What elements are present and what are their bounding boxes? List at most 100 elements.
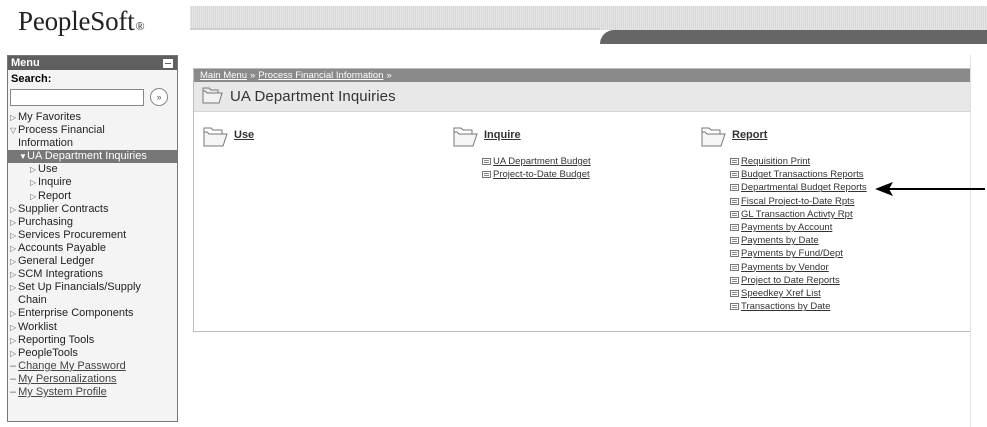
menu-item-my-system-profile[interactable]: – My System Profile [8,386,177,399]
expand-triangle-icon: ▷ [10,270,17,280]
search-row: » [8,87,177,107]
collapse-triangle-icon: ▼ [19,152,27,162]
gl-transaction-activty-rpt-link[interactable]: GL Transaction Activty Rpt [741,209,853,220]
search-go-icon[interactable]: » [150,88,168,106]
expand-triangle-icon: ▷ [10,348,17,358]
ua-department-budget-link[interactable]: UA Department Budget [493,156,591,167]
inquire-links: UA Department Budget Project-to-Date Budg… [452,155,591,181]
menu-item-supplier-contracts[interactable]: ▷ Supplier Contracts [8,203,177,216]
search-input[interactable] [10,88,144,106]
departmental-budget-reports-link[interactable]: Departmental Budget Reports [741,182,867,193]
requisition-print-link[interactable]: Requisition Print [741,156,810,167]
transactions-by-date-link[interactable]: Transactions by Date [741,301,830,312]
breadcrumb: Main Menu » Process Financial Informatio… [194,69,970,82]
dash-icon: – [10,385,17,398]
menu-item-label: Services Procurement [18,228,127,241]
report-link-item: Requisition Print [730,155,867,168]
inquire-folder-link[interactable]: Inquire [484,129,521,141]
minimize-icon[interactable] [163,58,173,68]
top-links-bar: Home Worklist Add to Favorites Sign out [190,28,987,73]
report-link-item: Payments by Date [730,234,867,247]
menu-item-scm-integrations[interactable]: ▷ SCM Integrations [8,268,177,281]
fiscal-project-to-date-rpts-link[interactable]: Fiscal Project-to-Date Rpts [741,196,855,207]
menu-item-information: Information [8,137,177,150]
content-panel: Main Menu » Process Financial Informatio… [193,68,971,332]
menu-item-label: Use [38,163,58,176]
menu-item-label[interactable]: Change My Password [18,360,126,372]
menu-item-label: Report [38,189,72,202]
page-icon [730,263,739,271]
page-icon [730,158,739,165]
expand-triangle-icon: ▷ [10,204,17,214]
project-to-date-reports-link[interactable]: Project to Date Reports [741,275,840,286]
menu-item-label: Accounts Payable [18,241,107,254]
logo-registered-mark: ® [135,19,145,33]
menu-item-process-financial[interactable]: ▽ Process Financial [8,124,177,137]
expand-triangle-icon: ▷ [10,243,17,253]
report-heading: Report [700,124,867,151]
payments-by-fund-dept-link[interactable]: Payments by Fund/Dept [741,248,843,259]
menu-item-label: Enterprise Components [18,307,134,320]
menu-item-chain: Chain [8,294,177,307]
menu-item-label: Set Up Financials/Supply [18,281,141,294]
menu-item-label[interactable]: My Personalizations [18,373,116,385]
report-link-item: Payments by Account [730,221,867,234]
folder-icon [700,124,726,151]
menu-item-label: Reporting Tools [18,333,95,346]
menu-item-worklist[interactable]: ▷ Worklist [8,321,177,334]
page-icon [482,171,491,179]
menu-item-label: Worklist [18,320,57,333]
folder-columns: Use Inquire UA Department Budget Project-… [194,112,970,332]
logo-text: PeopleSoft [18,6,135,36]
payments-by-account-link[interactable]: Payments by Account [741,222,832,233]
menu-item-general-ledger[interactable]: ▷ General Ledger [8,255,177,268]
menu-item-label: Process Financial [18,124,105,137]
report-folder-link[interactable]: Report [732,129,767,141]
menu-item-change-my-password[interactable]: – Change My Password [8,360,177,373]
menu-item-purchasing[interactable]: ▷ Purchasing [8,216,177,229]
breadcrumb-main-menu[interactable]: Main Menu [200,70,247,81]
page-icon [730,184,739,192]
folder-icon [201,85,223,108]
page-right-border [970,55,971,427]
menu-item-label: Chain [18,294,47,307]
menu-item-label[interactable]: My System Profile [18,386,107,398]
menu-item-enterprise-components[interactable]: ▷ Enterprise Components [8,307,177,320]
menu-item-reporting-tools[interactable]: ▷ Reporting Tools [8,334,177,347]
report-links: Requisition Print Budget Transactions Rep… [700,155,867,313]
page-title: UA Department Inquiries [230,88,396,105]
inquire-heading: Inquire [452,124,591,151]
payments-by-vendor-link[interactable]: Payments by Vendor [741,262,829,273]
page-icon [730,171,739,179]
menu-item-inquire[interactable]: ▷ Inquire [8,176,177,189]
speedkey-xref-list-link[interactable]: Speedkey Xref List [741,288,821,299]
expand-triangle-icon: ▷ [10,257,17,267]
use-folder-link[interactable]: Use [234,129,254,141]
expand-triangle-icon: ▷ [10,322,17,332]
left-arrow-icon [875,182,985,196]
breadcrumb-process-financial-information[interactable]: Process Financial Information [258,70,383,81]
menu-item-accounts-payable[interactable]: ▷ Accounts Payable [8,242,177,255]
menu-item-set-up-financials-supply[interactable]: ▷ Set Up Financials/Supply [8,281,177,294]
menu-item-peopletools[interactable]: ▷ PeopleTools [8,347,177,360]
menu-title: Menu [11,57,40,69]
menu-item-label: SCM Integrations [18,268,103,281]
menu-item-my-personalizations[interactable]: – My Personalizations [8,373,177,386]
expand-triangle-icon: ▷ [10,309,17,319]
menu-item-label: General Ledger [18,255,95,268]
menu-items: ▷ My Favorites ▽ Process Financial Informati… [8,111,177,399]
menu-item-ua-department-inquiries[interactable]: ▼UA Department Inquiries [8,150,177,164]
menu-item-my-favorites[interactable]: ▷ My Favorites [8,111,177,124]
menu-item-use[interactable]: ▷ Use [8,163,177,176]
payments-by-date-link[interactable]: Payments by Date [741,235,819,246]
page-icon [730,237,739,245]
page-icon [730,210,739,218]
menu-item-services-procurement[interactable]: ▷ Services Procurement [8,229,177,242]
page-icon [730,303,739,311]
menu-item-label: Inquire [38,176,72,189]
use-column: Use [202,124,254,151]
header-banner [190,6,987,30]
menu-item-report[interactable]: ▷ Report [8,190,177,203]
budget-transactions-reports-link[interactable]: Budget Transactions Reports [741,169,864,180]
project-to-date-budget-link[interactable]: Project-to-Date Budget [493,169,590,180]
